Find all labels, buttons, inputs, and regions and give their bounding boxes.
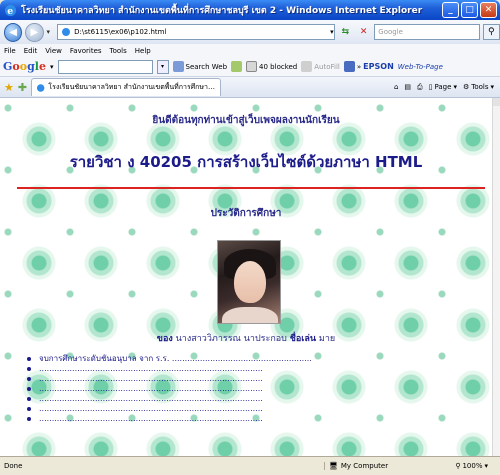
list-item: ........................................… [27, 394, 467, 404]
security-zone: 🖥 My Computer [324, 462, 424, 470]
stop-icon: ✕ [359, 27, 368, 37]
tab-page-icon [37, 83, 45, 92]
binoculars-icon [172, 61, 184, 72]
forward-button[interactable]: ▶ [25, 22, 44, 42]
search-icon: ⚲ [488, 27, 495, 37]
add-favorites-icon[interactable]: ✚ [18, 81, 27, 94]
history-dropdown-icon[interactable]: ▾ [47, 28, 55, 36]
page-menu-button[interactable]: ▯ Page ▾ [429, 83, 457, 91]
menu-favorites[interactable]: Favorites [70, 47, 102, 55]
window-title-bar: e โรงเรียนชัยนาคาลวิทยา สำนักงานเขตพื้นท… [0, 0, 500, 20]
list-item: ........................................… [27, 384, 467, 394]
tab-current-page[interactable]: โรงเรียนชัยนาคาลวิทยา สำนักงานเขตพื้นที่… [31, 78, 222, 96]
refresh-button[interactable]: ⇆ [338, 24, 353, 40]
page-icon: ▯ [428, 83, 433, 91]
student-photo [217, 240, 281, 324]
maximize-button[interactable]: □ [461, 2, 478, 18]
menu-file[interactable]: File [4, 47, 16, 55]
tools-menu-button[interactable]: ⚙ Tools ▾ [463, 83, 494, 91]
address-dropdown-icon[interactable]: ▾ [330, 28, 334, 36]
google-logo[interactable]: Google [3, 60, 46, 73]
forward-arrow-icon: ▶ [30, 26, 39, 38]
google-search-dropdown[interactable]: ▾ [156, 59, 169, 74]
scroll-up-icon[interactable] [493, 98, 500, 106]
tab-row: ★ ✚ โรงเรียนชัยนาคาลวิทยา สำนักงานเขตพื้… [0, 77, 500, 98]
stop-button[interactable]: ✕ [356, 24, 371, 40]
status-text: Done [4, 462, 23, 470]
zoom-control[interactable]: ⚲ 100% ▾ [455, 462, 488, 470]
window-title: โรงเรียนชัยนาคาลวิทยา สำนักงานเขตพื้นที่… [21, 6, 423, 16]
feeds-icon[interactable]: ▤ [404, 83, 411, 91]
list-item: จบการศึกษาระดับชั้นอนุบาล จาก ร.ร. .....… [27, 354, 467, 364]
tab-title: โรงเรียนชัยนาคาลวิทยา สำนักงานเขตพื้นที่… [48, 83, 217, 91]
pagerank-button[interactable] [231, 61, 243, 72]
autofill-button[interactable]: AutoFill [301, 61, 340, 72]
refresh-icon: ⇆ [341, 27, 350, 37]
menu-view[interactable]: View [45, 47, 62, 55]
list-item: ........................................… [27, 364, 467, 374]
autofill-icon [301, 61, 313, 72]
menu-tools[interactable]: Tools [110, 47, 127, 55]
epson-button[interactable]: » EPSON [343, 61, 394, 72]
course-title: รายวิชา ง 40205 การสร้างเว็บไซต์ด้วยภาษา… [69, 153, 423, 171]
pagerank-icon [231, 61, 243, 72]
print-icon[interactable]: ⎙ [417, 83, 423, 92]
search-web-button[interactable]: Search Web [172, 61, 227, 72]
close-button[interactable]: ✕ [480, 2, 497, 18]
page-icon [62, 28, 71, 36]
address-row: ◀ ▶ ▾ D:\st6115\ex06\p102.html ▾ ⇆ ✕ Goo… [0, 20, 500, 44]
svg-text:e: e [7, 6, 13, 17]
owner-name: นางสาววิภารรณ นาประกอบ [175, 334, 287, 344]
search-input[interactable]: Google [374, 24, 480, 40]
education-history-heading: ประวัติการศึกษา [210, 208, 282, 219]
list-item: ........................................… [27, 414, 467, 424]
owner-line: ของ นางสาววิภารรณ นาประกอบ ชื่อเล่น มาย [156, 334, 336, 344]
google-search-input[interactable] [57, 59, 153, 74]
back-arrow-icon: ◀ [9, 26, 17, 38]
back-button[interactable]: ◀ [4, 22, 23, 42]
gear-icon: ⚙ [462, 83, 470, 91]
address-input[interactable]: D:\st6115\ex06\p102.html ▾ [57, 24, 335, 40]
popup-blocker-button[interactable]: 40 blocked [246, 61, 297, 72]
menu-edit[interactable]: Edit [24, 47, 38, 55]
web-page-content: ยินดีต้อนทุกท่านเข้าสู่เว็บเพจผลงานนักเร… [0, 98, 492, 456]
vertical-scrollbar[interactable] [492, 98, 500, 456]
minimize-button[interactable]: _ [442, 2, 459, 18]
education-list: จบการศึกษาระดับชั้นอนุบาล จาก ร.ร. .....… [27, 354, 467, 424]
home-icon[interactable]: ⌂ [394, 83, 398, 91]
google-menu-dropdown-icon[interactable]: ▾ [50, 63, 54, 71]
status-bar: Done 🖥 My Computer ⚲ 100% ▾ [0, 456, 500, 475]
google-toolbar: Google ▾ ▾ Search Web 40 blocked AutoFil… [0, 57, 500, 77]
favorites-star-icon[interactable]: ★ [4, 81, 14, 94]
welcome-heading: ยินดีต้อนทุกท่านเข้าสู่เว็บเพจผลงานนักเร… [152, 115, 340, 126]
popup-blocker-icon [246, 61, 258, 72]
list-item: ........................................… [27, 404, 467, 414]
search-button[interactable]: ⚲ [482, 24, 500, 40]
web-to-page-button[interactable]: Web-To-Page [398, 63, 443, 71]
computer-icon: 🖥 [329, 462, 338, 470]
list-item: ........................................… [27, 374, 467, 384]
internet-explorer-icon: e [4, 4, 17, 17]
zoom-icon: ⚲ [455, 462, 461, 470]
address-text: D:\st6115\ex06\p102.html [74, 28, 167, 36]
nickname-label: ชื่อเล่น [289, 334, 317, 344]
epson-icon [343, 61, 355, 72]
menu-bar: File Edit View Favorites Tools Help [0, 44, 500, 57]
horizontal-rule [17, 187, 485, 189]
nickname: มาย [318, 334, 336, 344]
menu-help[interactable]: Help [135, 47, 151, 55]
